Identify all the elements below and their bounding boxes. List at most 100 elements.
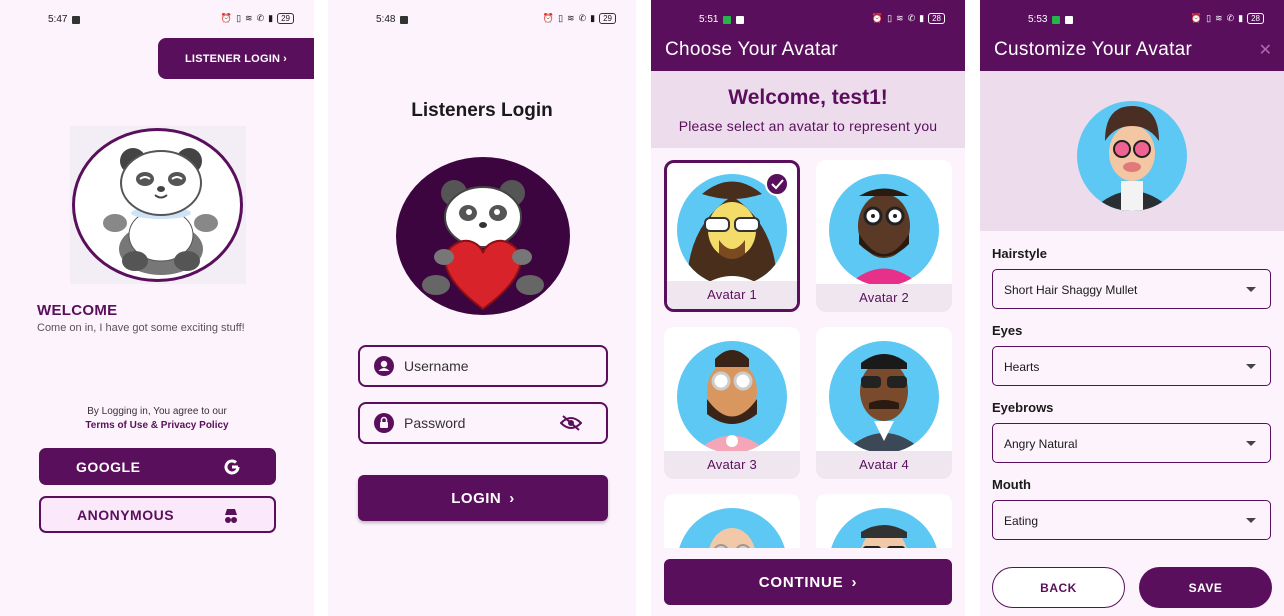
- avatar-6-image: [829, 508, 939, 548]
- terms-privacy-link[interactable]: Terms of Use & Privacy Policy: [0, 420, 314, 431]
- username-field[interactable]: Username: [358, 345, 608, 387]
- eyes-dropdown[interactable]: Hearts: [992, 346, 1271, 386]
- avatar-card-1[interactable]: Avatar 1: [664, 160, 800, 312]
- wifi-icon: ≋: [245, 13, 253, 23]
- status-bar: 5:47 ⏰ ▯ ≋ ✆ ▮ 29: [0, 0, 314, 36]
- avatar-4-image: [829, 341, 939, 453]
- google-login-button[interactable]: GOOGLE: [39, 448, 276, 485]
- avatar-5-image: [677, 508, 787, 548]
- avatar-card-5[interactable]: [664, 494, 800, 548]
- choose-avatar-screen: 5:51 ⏰ ▯ ≋ ✆ ▮ 28 Choose Your Avatar Welcome,…: [651, 0, 965, 616]
- avatar-label: Avatar 2: [816, 284, 952, 312]
- continue-label: CONTINUE: [758, 573, 844, 591]
- avatar-label: Avatar 4: [816, 451, 952, 479]
- avatar-card-2[interactable]: Avatar 2: [816, 160, 952, 312]
- dropdown-arrow-icon: [1246, 441, 1256, 446]
- hairstyle-label: Hairstyle: [992, 246, 1047, 261]
- close-icon[interactable]: ✕: [1259, 40, 1272, 60]
- panda-heart-logo: [396, 157, 570, 315]
- checkmark-icon: [765, 172, 789, 196]
- listener-login-label: LISTENER LOGIN: [185, 52, 281, 65]
- avatar-2-image: [829, 174, 939, 286]
- battery-icon: 28: [928, 13, 945, 24]
- mouth-dropdown[interactable]: Eating: [992, 500, 1271, 540]
- eyebrows-value: Angry Natural: [1004, 437, 1078, 451]
- app-bar-title: Choose Your Avatar: [665, 39, 839, 60]
- password-placeholder: Password: [404, 415, 466, 431]
- incognito-icon: [222, 507, 240, 528]
- user-icon: [374, 356, 394, 381]
- page-title: Listeners Login: [411, 100, 553, 121]
- eyebrows-label: Eyebrows: [992, 400, 1054, 415]
- avatar-3-image: [677, 341, 787, 453]
- login-label: LOGIN: [451, 489, 502, 507]
- password-field[interactable]: Password: [358, 402, 608, 444]
- call-icon: ✆: [578, 13, 587, 23]
- status-bar: 5:48 ⏰ ▯ ≋ ✆ ▮ 29: [328, 0, 636, 36]
- battery-icon: 29: [599, 13, 616, 24]
- username-placeholder: Username: [404, 358, 469, 374]
- battery-icon: 29: [277, 13, 294, 24]
- notification-icon: [72, 15, 81, 24]
- login-button[interactable]: LOGIN ›: [358, 475, 608, 521]
- status-time: 5:53: [1028, 14, 1048, 25]
- vibrate-icon: ▯: [1206, 13, 1212, 23]
- notification-icon: [400, 15, 409, 24]
- app-notification-icon: [1052, 15, 1061, 24]
- wifi-icon: ≋: [1215, 13, 1223, 23]
- chevron-right-icon: ›: [509, 489, 515, 507]
- status-bar: 5:53 ⏰ ▯ ≋ ✆ ▮ 28: [980, 0, 1284, 36]
- save-button[interactable]: SAVE: [1139, 567, 1272, 608]
- vibrate-icon: ▯: [887, 13, 893, 23]
- dropdown-arrow-icon: [1246, 287, 1256, 292]
- hairstyle-value: Short Hair Shaggy Mullet: [1004, 283, 1138, 297]
- welcome-title: WELCOME: [37, 302, 118, 319]
- google-label: GOOGLE: [76, 458, 141, 475]
- alarm-icon: ⏰: [542, 13, 555, 23]
- hairstyle-dropdown[interactable]: Short Hair Shaggy Mullet: [992, 269, 1271, 309]
- avatar-card-6[interactable]: [816, 494, 952, 548]
- vibrate-icon: ▯: [558, 13, 564, 23]
- continue-button[interactable]: CONTINUE ›: [664, 559, 952, 605]
- signal-icon: ▮: [268, 13, 274, 23]
- welcome-screen: 5:47 ⏰ ▯ ≋ ✆ ▮ 29 LISTENER LOGIN › WELCOME Co…: [0, 0, 314, 616]
- mouth-label: Mouth: [992, 477, 1031, 492]
- eyes-value: Hearts: [1004, 360, 1040, 374]
- avatar-card-3[interactable]: Avatar 3: [664, 327, 800, 479]
- avatar-grid[interactable]: Avatar 1 Avatar 2 Avatar 3 Avatar 4: [651, 148, 965, 548]
- customize-avatar-screen: 5:53 ⏰ ▯ ≋ ✆ ▮ 28 Customize Your Avatar ✕ Hai…: [980, 0, 1284, 616]
- dropdown-arrow-icon: [1246, 364, 1256, 369]
- call-icon: ✆: [1226, 13, 1235, 23]
- wifi-icon: ≋: [896, 13, 904, 23]
- panda-logo: [72, 128, 243, 282]
- eyebrows-dropdown[interactable]: Angry Natural: [992, 423, 1271, 463]
- listener-login-button[interactable]: LISTENER LOGIN ›: [158, 38, 314, 79]
- status-bar: 5:51 ⏰ ▯ ≋ ✆ ▮ 28: [651, 0, 965, 36]
- signal-icon: ▮: [919, 13, 925, 23]
- avatar-preview: [1077, 101, 1187, 211]
- avatar-label: Avatar 3: [664, 451, 800, 479]
- welcome-subtitle: Please select an avatar to represent you: [678, 118, 938, 134]
- notification-icon: [1065, 15, 1074, 24]
- google-g-icon: [223, 458, 241, 479]
- alarm-icon: ⏰: [871, 13, 884, 23]
- avatar-card-4[interactable]: Avatar 4: [816, 327, 952, 479]
- welcome-subtitle: Come on in, I have got some exciting stu…: [37, 322, 245, 334]
- avatar-label: Avatar 1: [667, 281, 797, 309]
- welcome-title: Welcome, test1!: [728, 86, 888, 109]
- lock-icon: [374, 413, 394, 438]
- call-icon: ✆: [907, 13, 916, 23]
- chevron-right-icon: ›: [283, 52, 287, 65]
- battery-icon: 28: [1247, 13, 1264, 24]
- mouth-value: Eating: [1004, 514, 1039, 528]
- status-time: 5:51: [699, 14, 719, 25]
- alarm-icon: ⏰: [220, 13, 233, 23]
- status-time: 5:48: [376, 14, 396, 25]
- eyes-label: Eyes: [992, 323, 1023, 338]
- anonymous-login-button[interactable]: ANONYMOUS: [39, 496, 276, 533]
- agreement-text: By Logging in, You agree to our: [87, 406, 227, 417]
- back-button[interactable]: BACK: [992, 567, 1125, 608]
- eye-off-icon[interactable]: [559, 414, 583, 437]
- app-notification-icon: [723, 15, 732, 24]
- wifi-icon: ≋: [567, 13, 575, 23]
